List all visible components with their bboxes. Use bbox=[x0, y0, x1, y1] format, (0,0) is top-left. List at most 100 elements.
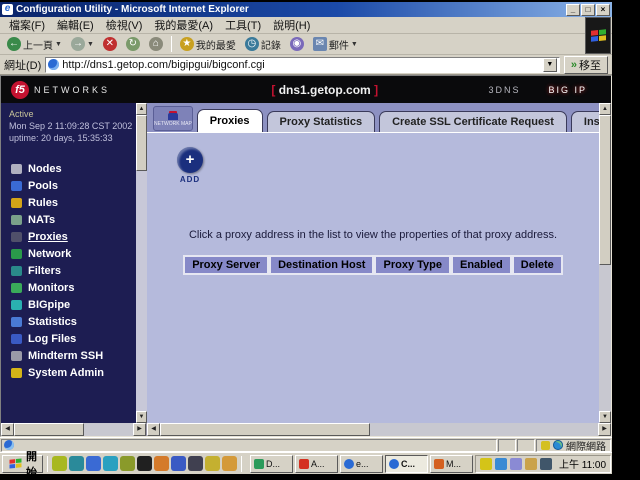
quick-launch-icon[interactable] bbox=[171, 456, 186, 471]
task-button-configuration-utility[interactable]: C... bbox=[385, 455, 428, 473]
tray-icon[interactable] bbox=[525, 458, 537, 470]
sidebar-item-mindterm-ssh[interactable]: Mindterm SSH bbox=[1, 347, 147, 364]
window-titlebar[interactable]: e Configuration Utility - Microsoft Inte… bbox=[0, 2, 612, 17]
scroll-up-icon[interactable]: ▲ bbox=[136, 103, 147, 115]
status-pane bbox=[517, 439, 535, 452]
column-header-proxy-server[interactable]: Proxy Server bbox=[183, 255, 269, 275]
f5-logo[interactable]: f5 NETWORKS bbox=[11, 81, 161, 99]
media-button[interactable]: ◉ bbox=[287, 36, 307, 52]
menu-help[interactable]: 說明(H) bbox=[268, 16, 315, 34]
tab-install-ssl-certificate[interactable]: Install SSL Certifi bbox=[571, 111, 599, 132]
sidebar-item-pools[interactable]: Pools bbox=[1, 177, 147, 194]
home-icon: ⌂ bbox=[149, 37, 163, 51]
scroll-up-icon[interactable]: ▲ bbox=[599, 103, 611, 115]
tray-icon[interactable] bbox=[495, 458, 507, 470]
network-map-button[interactable]: NETWORK MAP bbox=[153, 106, 193, 131]
page-icon bbox=[48, 59, 59, 70]
history-button[interactable]: ◷ 記錄 bbox=[242, 36, 284, 53]
add-icon[interactable]: + bbox=[177, 147, 203, 173]
scrollbar-thumb[interactable] bbox=[160, 423, 370, 436]
tray-icon[interactable] bbox=[540, 458, 552, 470]
sidebar-item-network[interactable]: Network bbox=[1, 245, 147, 262]
quick-launch-icon[interactable] bbox=[69, 456, 84, 471]
nav-3dns-link[interactable]: 3DNS bbox=[488, 85, 520, 95]
minimize-button[interactable]: _ bbox=[566, 4, 580, 16]
sidebar-item-filters[interactable]: Filters bbox=[1, 262, 147, 279]
home-button[interactable]: ⌂ bbox=[146, 36, 166, 52]
scroll-left-icon[interactable]: ◀ bbox=[147, 423, 160, 436]
quick-launch-icon[interactable] bbox=[222, 456, 237, 471]
scroll-down-icon[interactable]: ▼ bbox=[599, 411, 611, 423]
close-button[interactable]: × bbox=[596, 4, 610, 16]
address-input[interactable] bbox=[62, 59, 543, 71]
quick-launch-icon[interactable] bbox=[137, 456, 152, 471]
back-button[interactable]: ← 上一頁 ▼ bbox=[4, 36, 65, 53]
sidebar-item-statistics[interactable]: Statistics bbox=[1, 313, 147, 330]
scroll-right-icon[interactable]: ▶ bbox=[133, 423, 146, 436]
stop-button[interactable]: ✕ bbox=[100, 36, 120, 52]
scrollbar-track[interactable] bbox=[136, 115, 147, 411]
back-dropdown-icon[interactable]: ▼ bbox=[55, 41, 62, 48]
task-button-3[interactable]: e... bbox=[340, 455, 383, 473]
scroll-down-icon[interactable]: ▼ bbox=[136, 411, 147, 423]
sidebar-horizontal-scrollbar[interactable]: ◀ ▶ bbox=[1, 423, 147, 436]
main-vertical-scrollbar[interactable]: ▲ ▼ bbox=[599, 103, 611, 423]
sidebar-item-nodes[interactable]: Nodes bbox=[1, 160, 147, 177]
sidebar-item-proxies[interactable]: Proxies bbox=[1, 228, 147, 245]
address-dropdown-icon[interactable]: ▼ bbox=[543, 58, 557, 72]
tab-proxy-statistics[interactable]: Proxy Statistics bbox=[267, 111, 376, 132]
tab-create-ssl-certificate-request[interactable]: Create SSL Certificate Request bbox=[379, 111, 567, 132]
scroll-right-icon[interactable]: ▶ bbox=[598, 423, 611, 436]
tray-icon[interactable] bbox=[510, 458, 522, 470]
quick-launch-icon[interactable] bbox=[103, 456, 118, 471]
quick-launch-icon[interactable] bbox=[205, 456, 220, 471]
maximize-button[interactable]: □ bbox=[581, 4, 595, 16]
column-header-delete[interactable]: Delete bbox=[512, 255, 563, 275]
add-proxy-control[interactable]: + ADD bbox=[173, 147, 207, 184]
scrollbar-track[interactable] bbox=[599, 115, 611, 411]
column-header-proxy-type[interactable]: Proxy Type bbox=[374, 255, 451, 275]
sidebar-item-log-files[interactable]: Log Files bbox=[1, 330, 147, 347]
go-button[interactable]: » 移至 bbox=[564, 56, 608, 74]
quick-launch-icon[interactable] bbox=[52, 456, 67, 471]
mindterm-ssh-icon bbox=[11, 351, 22, 361]
main-horizontal-scrollbar[interactable]: ◀ ▶ bbox=[147, 423, 611, 436]
column-header-enabled[interactable]: Enabled bbox=[451, 255, 512, 275]
task-app-icon bbox=[254, 459, 264, 469]
quick-launch-icon[interactable] bbox=[154, 456, 169, 471]
menu-file[interactable]: 檔案(F) bbox=[4, 16, 50, 34]
favorites-button[interactable]: ★ 我的最愛 bbox=[177, 36, 239, 53]
column-header-destination-host[interactable]: Destination Host bbox=[269, 255, 374, 275]
scrollbar-thumb[interactable] bbox=[14, 423, 84, 436]
mail-button[interactable]: ✉ 郵件 ▼ bbox=[310, 36, 361, 53]
scrollbar-thumb[interactable] bbox=[136, 115, 147, 171]
task-button-5[interactable]: M... bbox=[430, 455, 473, 473]
scrollbar-track[interactable] bbox=[14, 423, 133, 436]
sidebar-vertical-scrollbar[interactable]: ▲ ▼ bbox=[136, 103, 147, 423]
task-button-2[interactable]: A... bbox=[295, 455, 338, 473]
mail-dropdown-icon[interactable]: ▼ bbox=[351, 41, 358, 48]
sidebar-item-system-admin[interactable]: System Admin bbox=[1, 364, 147, 381]
sidebar-item-bigpipe[interactable]: BIGpipe bbox=[1, 296, 147, 313]
sidebar-item-monitors[interactable]: Monitors bbox=[1, 279, 147, 296]
sidebar-item-nats[interactable]: NATs bbox=[1, 211, 147, 228]
scrollbar-thumb[interactable] bbox=[599, 115, 611, 265]
forward-dropdown-icon[interactable]: ▼ bbox=[87, 41, 94, 48]
scroll-left-icon[interactable]: ◀ bbox=[1, 423, 14, 436]
tab-proxies[interactable]: Proxies bbox=[197, 109, 263, 132]
quick-launch-icon[interactable] bbox=[86, 456, 101, 471]
nav-bigip-link[interactable]: BIG IP bbox=[548, 85, 587, 95]
task-button-1[interactable]: D... bbox=[250, 455, 293, 473]
quick-launch-icon[interactable] bbox=[120, 456, 135, 471]
menu-tools[interactable]: 工具(T) bbox=[220, 16, 266, 34]
menu-edit[interactable]: 編輯(E) bbox=[52, 16, 99, 34]
tray-icon[interactable] bbox=[480, 458, 492, 470]
start-button[interactable]: 開始 bbox=[2, 455, 43, 473]
scrollbar-track[interactable] bbox=[160, 423, 598, 436]
refresh-button[interactable]: ↻ bbox=[123, 36, 143, 52]
menu-view[interactable]: 檢視(V) bbox=[101, 16, 148, 34]
quick-launch-icon[interactable] bbox=[188, 456, 203, 471]
sidebar-item-rules[interactable]: Rules bbox=[1, 194, 147, 211]
menu-favorites[interactable]: 我的最愛(A) bbox=[149, 16, 218, 34]
forward-button[interactable]: → ▼ bbox=[68, 36, 97, 52]
